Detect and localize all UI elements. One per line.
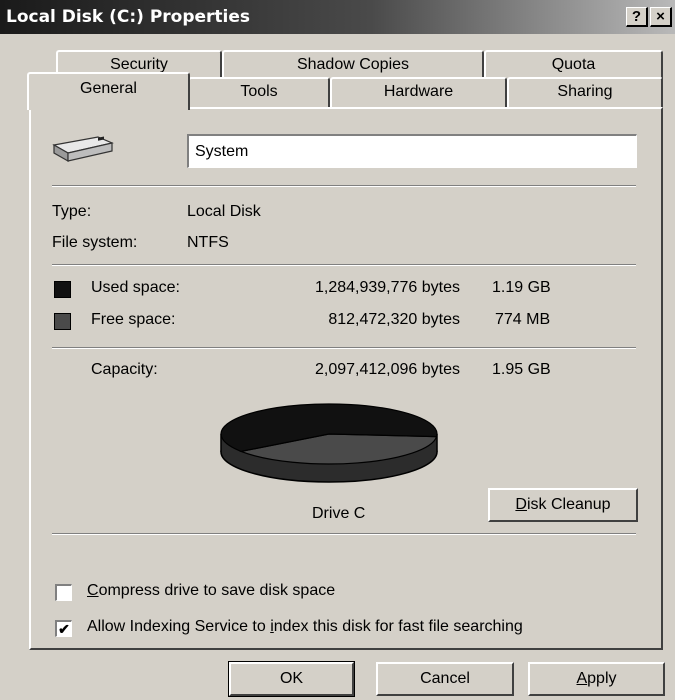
separator — [52, 185, 636, 187]
free-space-swatch — [54, 313, 71, 330]
apply-button[interactable]: Apply — [528, 662, 665, 696]
disk-cleanup-button[interactable]: Disk Cleanup — [488, 488, 638, 522]
free-space-label: Free space: — [91, 311, 176, 328]
window-title: Local Disk (C:) Properties — [6, 7, 251, 27]
tab-shadow-copies[interactable]: Shadow Copies — [222, 50, 484, 80]
tab-sharing[interactable]: Sharing — [507, 77, 663, 107]
allow-indexing-checkbox[interactable]: ✔ — [55, 620, 72, 637]
file-system-label: File system: — [52, 234, 138, 251]
type-value: Local Disk — [187, 203, 261, 220]
used-space-bytes: 1,284,939,776 bytes — [314, 279, 460, 296]
tab-tools[interactable]: Tools — [188, 77, 330, 107]
capacity-bytes: 2,097,412,096 bytes — [314, 361, 460, 378]
volume-label-input[interactable] — [187, 134, 637, 168]
separator — [52, 347, 636, 349]
tab-hardware[interactable]: Hardware — [330, 77, 507, 107]
free-space-bytes: 812,472,320 bytes — [328, 311, 460, 328]
separator — [52, 264, 636, 266]
close-button[interactable]: × — [650, 7, 672, 27]
disk-usage-pie-chart — [220, 403, 438, 483]
apply-label: pply — [587, 670, 617, 687]
title-bar[interactable]: Local Disk (C:) Properties ? × — [0, 0, 675, 34]
used-space-size: 1.19 GB — [492, 279, 551, 296]
compress-drive-label[interactable]: Compress drive to save disk space — [87, 582, 335, 600]
hard-drive-icon — [52, 136, 114, 163]
capacity-label: Capacity: — [91, 361, 158, 378]
tab-quota[interactable]: Quota — [484, 50, 663, 80]
help-button[interactable]: ? — [626, 7, 648, 27]
tab-general[interactable]: General — [27, 72, 190, 110]
checkmark-icon: ✔ — [58, 621, 70, 637]
drive-label: Drive C — [312, 505, 366, 522]
file-system-value: NTFS — [187, 234, 229, 251]
compress-drive-checkbox[interactable] — [55, 584, 72, 601]
ok-button[interactable]: OK — [228, 661, 355, 697]
used-space-label: Used space: — [91, 279, 180, 296]
apply-accel: A — [576, 670, 588, 687]
used-space-swatch — [54, 281, 71, 298]
disk-cleanup-label: isk Cleanup — [526, 496, 611, 513]
separator — [52, 533, 636, 535]
type-label: Type: — [52, 203, 92, 220]
allow-indexing-label[interactable]: Allow Indexing Service to index this dis… — [87, 618, 523, 636]
capacity-size: 1.95 GB — [492, 361, 551, 378]
free-space-size: 774 MB — [495, 311, 551, 328]
cancel-button[interactable]: Cancel — [376, 662, 514, 696]
disk-cleanup-accel: D — [515, 496, 527, 513]
